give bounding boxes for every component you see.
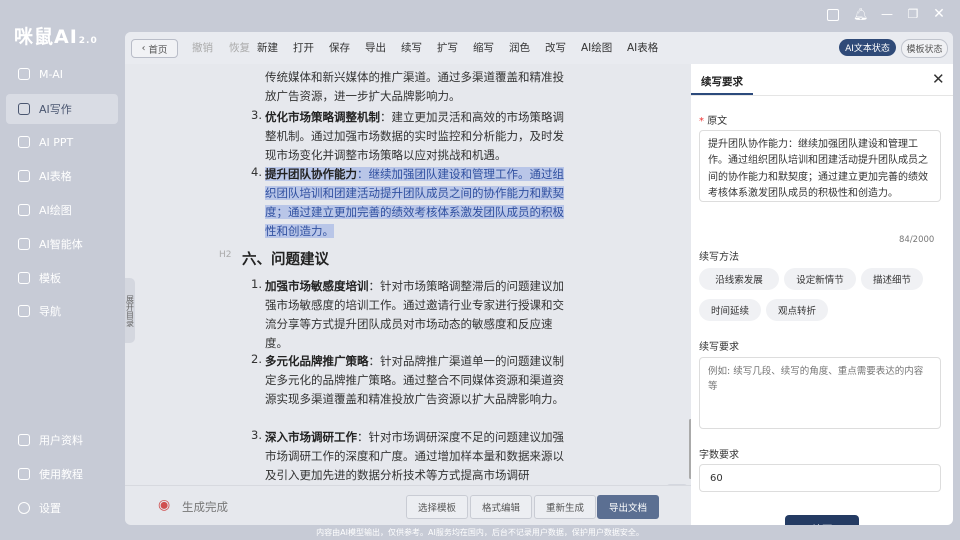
rewrite-button[interactable]: 改写 (545, 40, 566, 55)
polish-button[interactable]: 润色 (509, 40, 530, 55)
ai-paint-button[interactable]: AI绘图 (581, 40, 612, 55)
sidebar-item-ai-table[interactable]: AI表格 (6, 161, 118, 191)
sidebar-item-ai-writing[interactable]: AI写作 (6, 94, 118, 124)
ai-text-mode-button[interactable]: AI文本状态 (839, 39, 896, 56)
continue-panel: 续写要求 ✕ * 原文 提升团队协作能力：继续加强团队建设和管理工作。通过组织团… (691, 64, 953, 525)
sidebar-item-settings[interactable]: 设置 (6, 493, 118, 523)
method-chip[interactable]: 观点转折 (766, 299, 828, 321)
save-button[interactable]: 保存 (329, 40, 350, 55)
ai-table-button[interactable]: AI表格 (627, 40, 658, 55)
list-item: 加强市场敏感度培训：针对市场策略调整滞后的问题建议加强市场敏感度的培训工作。通过… (265, 279, 564, 350)
user-icon (18, 434, 30, 446)
word-count-input[interactable]: 60 (699, 464, 941, 492)
original-text-field[interactable]: 提升团队协作能力：继续加强团队建设和管理工作。通过组织团队培训和团建活动提升团队… (699, 130, 941, 202)
maximize-icon[interactable]: ❐ (906, 7, 920, 21)
sidebar-item-tutorial[interactable]: 使用教程 (6, 459, 118, 489)
sidebar-item-m-ai[interactable]: M-AI (6, 59, 118, 89)
original-label: * 原文 (699, 116, 728, 127)
tutorial-icon (18, 468, 30, 480)
mouse-mascot-icon: ◉ (158, 497, 171, 513)
agent-icon (18, 238, 30, 250)
list-item: 深入市场调研工作：针对市场调研深度不足的问题建议加强市场调研工作的深度和广度。通… (265, 430, 564, 482)
requirement-label: 续写要求 (699, 342, 739, 353)
method-chip[interactable]: 设定新情节 (784, 268, 856, 290)
selected-list-item: 提升团队协作能力：继续加强团队建设和管理工作。通过组织团队培训和团建活动提升团队… (265, 167, 564, 238)
minimize-icon[interactable]: — (880, 7, 894, 21)
new-button[interactable]: 新建 (257, 40, 278, 55)
toc-toggle-handle[interactable]: 展开目录 (125, 278, 135, 343)
section-heading: 六、问题建议 (242, 252, 329, 268)
template-icon (18, 272, 30, 284)
close-window-icon[interactable]: ✕ (932, 7, 946, 21)
bottom-bar: ◉ 生成完成 选择模板 格式编辑 重新生成 导出文档 (125, 485, 691, 525)
template-mode-button[interactable]: 模板状态 (901, 39, 948, 58)
ppt-icon (18, 136, 30, 148)
undo-button[interactable]: 撤销 (192, 40, 213, 55)
export-document-button[interactable]: 导出文档 (597, 495, 659, 519)
export-button[interactable]: 导出 (365, 40, 386, 55)
sidebar-item-template[interactable]: 模板 (6, 263, 118, 293)
redo-button[interactable]: 恢复 (229, 40, 250, 55)
list-number: 4. (251, 165, 262, 179)
back-home-button[interactable]: ‹ 首页 (131, 39, 178, 58)
editor-card: ‹ 首页 撤销 恢复 新建 打开 保存 导出 续写 扩写 缩写 润色 改写 AI… (125, 32, 953, 525)
gear-icon (18, 502, 30, 514)
navigation-icon (18, 305, 30, 317)
requirement-input[interactable] (699, 357, 941, 429)
sidebar-item-user[interactable]: 用户资料 (6, 425, 118, 455)
continue-button[interactable]: 续写 (401, 40, 422, 55)
sidebar-item-navigation[interactable]: 导航 (6, 296, 118, 326)
editor-toolbar: ‹ 首页 撤销 恢复 新建 打开 保存 导出 续写 扩写 缩写 润色 改写 AI… (125, 32, 953, 64)
open-button[interactable]: 打开 (293, 40, 314, 55)
h2-tag: H2 (219, 250, 232, 260)
write-icon (18, 103, 30, 115)
list-number: 3. (251, 428, 262, 442)
method-chip[interactable]: 时间延续 (699, 299, 761, 321)
chevron-left-icon: ‹ (141, 43, 149, 54)
table-icon (18, 170, 30, 182)
choose-template-button[interactable]: 选择模板 (406, 495, 468, 519)
method-chip[interactable]: 沿线索发展 (699, 268, 779, 290)
method-label: 续写方法 (699, 252, 739, 263)
sidebar-item-ai-paint[interactable]: AI绘图 (6, 195, 118, 225)
tab-continue-requirements[interactable]: 续写要求 (701, 74, 743, 89)
document-area[interactable]: 传统媒体和新兴媒体的推广渠道。通过多渠道覆盖和精准投放广告资源，进一步扩大品牌影… (125, 64, 691, 485)
char-count: 84/2000 (899, 235, 935, 245)
sidebar-item-ai-agent[interactable]: AI智能体 (6, 229, 118, 259)
list-item: 优化市场策略调整机制：建立更加灵活和高效的市场策略调整机制。通过加强市场数据的实… (265, 110, 564, 162)
word-count-label: 字数要求 (699, 450, 739, 461)
list-number: 3. (251, 108, 262, 122)
divider (691, 95, 953, 96)
feedback-icon[interactable] (827, 9, 839, 21)
list-item: 多元化品牌推广策略：针对品牌推广渠道单一的问题建议制定多元化的品牌推广策略。通过… (265, 354, 564, 406)
footer-disclaimer: 内容由AI模型输出，仅供参考。AI服务均在国内，后台不记录用户数据，保护用户数据… (316, 528, 644, 537)
method-chip[interactable]: 描述细节 (861, 268, 923, 290)
regenerate-button[interactable]: 重新生成 (534, 495, 596, 519)
bell-icon[interactable]: 🔔︎ (853, 7, 868, 21)
close-icon[interactable]: ✕ (932, 70, 945, 88)
paint-icon (18, 204, 30, 216)
list-number: 1. (251, 277, 262, 291)
format-edit-button[interactable]: 格式编辑 (470, 495, 532, 519)
list-number: 2. (251, 352, 262, 366)
expand-button[interactable]: 扩写 (437, 40, 458, 55)
app-logo: 咪鼠AI2.0 (14, 26, 98, 48)
continue-submit-button[interactable]: 续写 (785, 515, 859, 525)
paragraph: 传统媒体和新兴媒体的推广渠道。通过多渠道覆盖和精准投放广告资源，进一步扩大品牌影… (265, 70, 564, 103)
chat-icon (18, 68, 30, 80)
shorten-button[interactable]: 缩写 (473, 40, 494, 55)
sidebar-item-ai-ppt[interactable]: AI PPT (6, 127, 118, 157)
status-text: 生成完成 (182, 500, 228, 514)
